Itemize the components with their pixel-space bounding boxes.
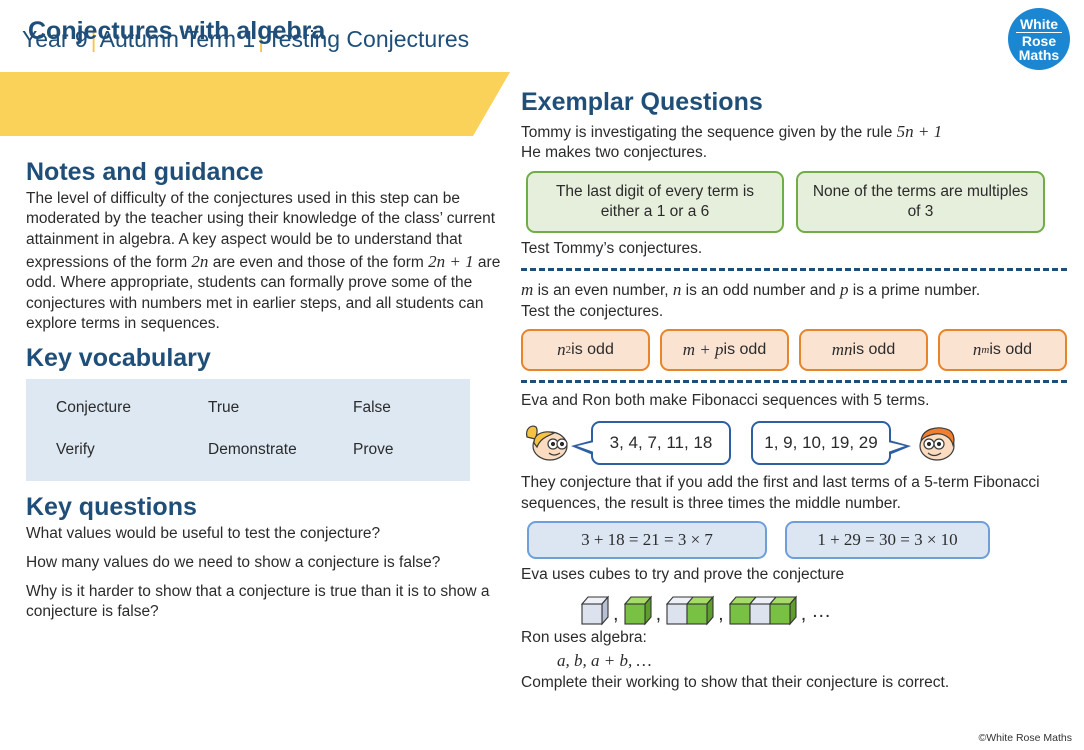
orange-tail-3: is odd <box>852 341 896 359</box>
table-row: Conjecture True False <box>56 399 470 417</box>
eva-sequence-bubble[interactable]: 3, 4, 7, 11, 18 <box>571 421 731 466</box>
tommy-intro-line-2: He makes two conjectures. <box>521 144 708 162</box>
conjecture-box-mn-odd[interactable]: mn is odd <box>799 329 928 372</box>
vocab-term: Conjecture <box>56 398 131 416</box>
list-item: Why is it harder to show that a conjectu… <box>26 582 490 620</box>
notes-and-guidance-body: The level of difficulty of the conjectur… <box>26 189 504 335</box>
cube-white-icon <box>581 595 609 626</box>
cube-comma: , <box>655 602 662 625</box>
conjecture-box-n-squared-odd[interactable]: n2 is odd <box>521 329 650 372</box>
cube-comma: , <box>800 602 807 625</box>
key-questions-heading: Key questions <box>26 492 197 521</box>
orange-expr-3: mn <box>831 340 853 360</box>
orange-expr-2: m + p <box>682 340 724 360</box>
mnp-text-1: is an even number, <box>533 282 673 300</box>
copyright-notice: ©White Rose Maths <box>978 732 1072 744</box>
key-vocabulary-table: Conjecture True False Verify Demonstrate… <box>26 378 470 481</box>
banner-title: Conjectures with algebra <box>28 17 326 45</box>
right-column: Exemplar Questions Tommy is investigatin… <box>521 88 1067 693</box>
ron-algebra-expression: a, b, a + b, … <box>557 650 652 670</box>
notes-math-2n-plus-1: 2n + 1 <box>428 251 474 271</box>
mnp-text-2: is an odd number and <box>681 282 840 300</box>
cube-group-2 <box>623 594 652 626</box>
exemplar-questions-heading: Exemplar Questions <box>521 88 763 116</box>
mnp-text-3: is a prime number. <box>848 282 981 300</box>
logo-line-white: White <box>1019 15 1059 32</box>
section-divider-1 <box>521 268 1067 272</box>
eva-sequence-text: 3, 4, 7, 11, 18 <box>609 433 713 453</box>
logo-line-rose: Rose <box>1021 32 1057 49</box>
cube-green-icon <box>623 595 652 626</box>
test-conjectures-instruction: Test the conjectures. <box>521 302 664 320</box>
green-conjecture-boxes: The last digit of every term is either a… <box>521 170 1067 233</box>
ron-algebra-label: Ron uses algebra: <box>521 628 647 646</box>
ron-sequence-text: 1, 9, 10, 19, 29 <box>764 433 878 453</box>
cube-diagram: , , , , … <box>581 590 1067 626</box>
conjecture-box-last-digit[interactable]: The last digit of every term is either a… <box>526 170 784 233</box>
orange-conjecture-boxes: n2 is odd m + p is odd mn is odd nm is o… <box>521 329 1067 372</box>
equation-box-eva[interactable]: 3 + 18 = 21 = 3 × 7 <box>527 521 767 560</box>
fibonacci-speech-row: 3, 4, 7, 11, 18 1, 9, 10, 19, 29 <box>521 417 1067 469</box>
orange-tail-4: is odd <box>989 341 1033 359</box>
notes-text-part-2: are even and those of the form <box>208 253 429 271</box>
sequence-rule-math: 5n + 1 <box>896 121 943 141</box>
vocab-term: Verify <box>56 440 95 458</box>
list-item: What values would be useful to test the … <box>26 524 381 542</box>
vocab-term: True <box>208 398 240 416</box>
conjecture-box-m-plus-p-odd[interactable]: m + p is odd <box>660 329 789 372</box>
conjecture-box-multiples-of-3[interactable]: None of the terms are multiples of 3 <box>796 170 1045 233</box>
left-column: Notes and guidance The level of difficul… <box>26 158 504 631</box>
conjecture-box-n-to-m-odd[interactable]: nm is odd <box>938 329 1067 372</box>
list-item: How many values do we need to show a con… <box>26 553 441 571</box>
eva-avatar-icon <box>526 425 568 461</box>
section-divider-2 <box>521 380 1067 384</box>
orange-tail-2: is odd <box>723 341 767 359</box>
tommy-intro-line-1: Tommy is investigating the sequence give… <box>521 121 1067 144</box>
ron-sequence-bubble[interactable]: 1, 9, 10, 19, 29 <box>751 421 911 466</box>
key-questions-list: What values would be useful to test the … <box>26 524 504 623</box>
fibonacci-intro: Eva and Ron both make Fibonacci sequence… <box>521 392 930 410</box>
fibonacci-conjecture-text: They conjecture that if you add the firs… <box>521 474 1040 512</box>
vocab-term: Demonstrate <box>208 440 297 458</box>
cube-triple-green-white-green-icon <box>728 595 797 626</box>
blue-equation-boxes: 3 + 18 = 21 = 3 × 7 1 + 29 = 30 = 3 × 10 <box>521 521 1067 560</box>
cube-group-4 <box>728 594 797 626</box>
cube-pair-white-green-icon <box>666 595 715 626</box>
logo-line-maths: Maths <box>1018 46 1060 63</box>
test-tommy-instruction: Test Tommy’s conjectures. <box>521 239 703 257</box>
orange-expr-1: n <box>557 340 566 360</box>
table-row: Verify Demonstrate Prove <box>56 441 470 459</box>
cube-comma: , <box>613 602 619 625</box>
eva-cubes-line: Eva uses cubes to try and prove the conj… <box>521 566 845 584</box>
orange-tail-1: is odd <box>571 341 614 359</box>
equation-box-ron[interactable]: 1 + 29 = 30 = 3 × 10 <box>785 521 990 560</box>
variable-m: m <box>521 280 534 300</box>
closing-instruction: Complete their working to show that thei… <box>521 673 950 691</box>
key-vocabulary-heading: Key vocabulary <box>26 344 211 373</box>
cube-ellipsis: … <box>811 599 834 622</box>
orange-sup-4: m <box>981 344 990 357</box>
ron-avatar-icon <box>919 427 955 461</box>
topic-banner <box>0 72 510 136</box>
notes-math-2n: 2n <box>191 251 209 271</box>
notes-and-guidance-heading: Notes and guidance <box>26 158 264 186</box>
cube-comma: , <box>718 602 724 625</box>
vocab-term: Prove <box>353 440 394 458</box>
cube-group-1 <box>581 594 609 626</box>
tommy-intro-text: Tommy is investigating the sequence give… <box>521 123 897 141</box>
vocab-term: False <box>353 398 391 416</box>
white-rose-maths-logo: White Rose Maths <box>1008 8 1070 70</box>
mnp-definition-line: m is an even number, n is an odd number … <box>521 279 1067 302</box>
orange-expr-4: n <box>972 340 982 360</box>
cube-group-3 <box>666 594 715 626</box>
